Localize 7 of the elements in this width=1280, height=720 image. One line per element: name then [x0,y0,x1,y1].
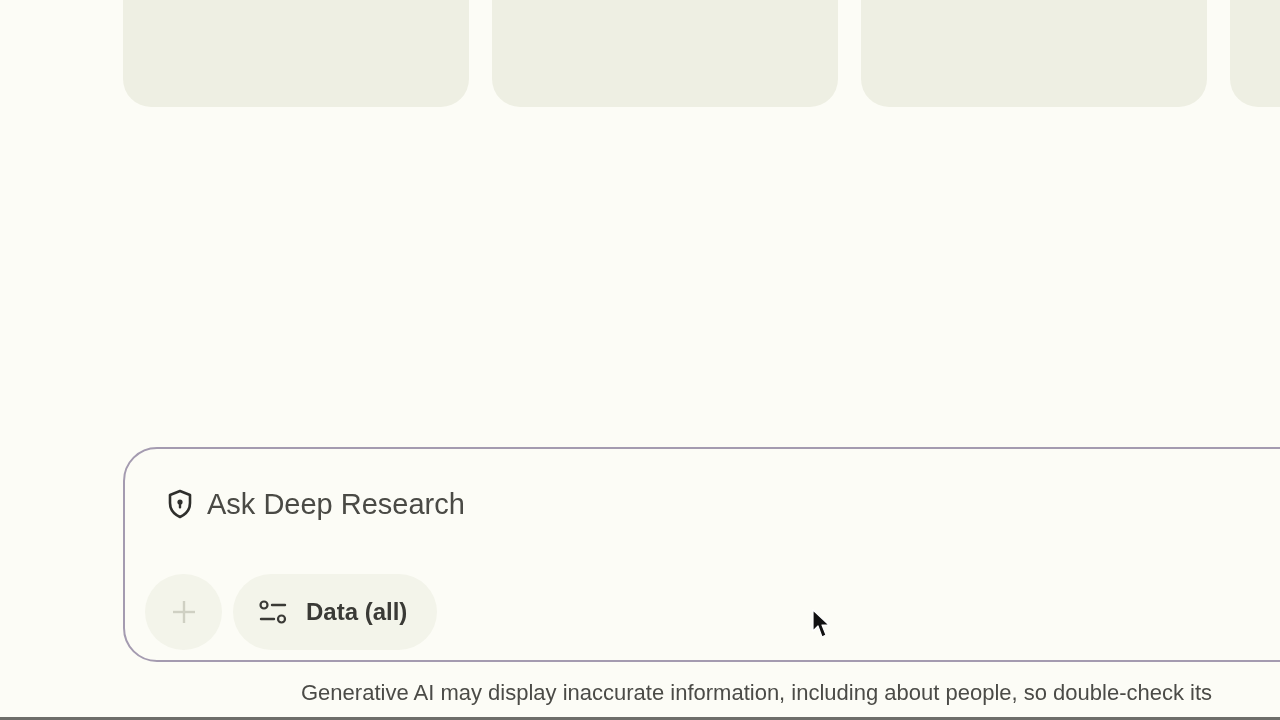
data-filter-chip[interactable]: Data (all) [233,574,438,650]
prompt-input[interactable]: Ask Deep Research [207,482,807,526]
mouse-cursor-icon [812,609,832,639]
shield-icon [167,489,193,519]
disclaimer-text: Generative AI may display inaccurate information, including about people, so double-check its [301,680,1213,705]
sliders-icon [259,600,287,624]
plus-icon [171,600,196,624]
